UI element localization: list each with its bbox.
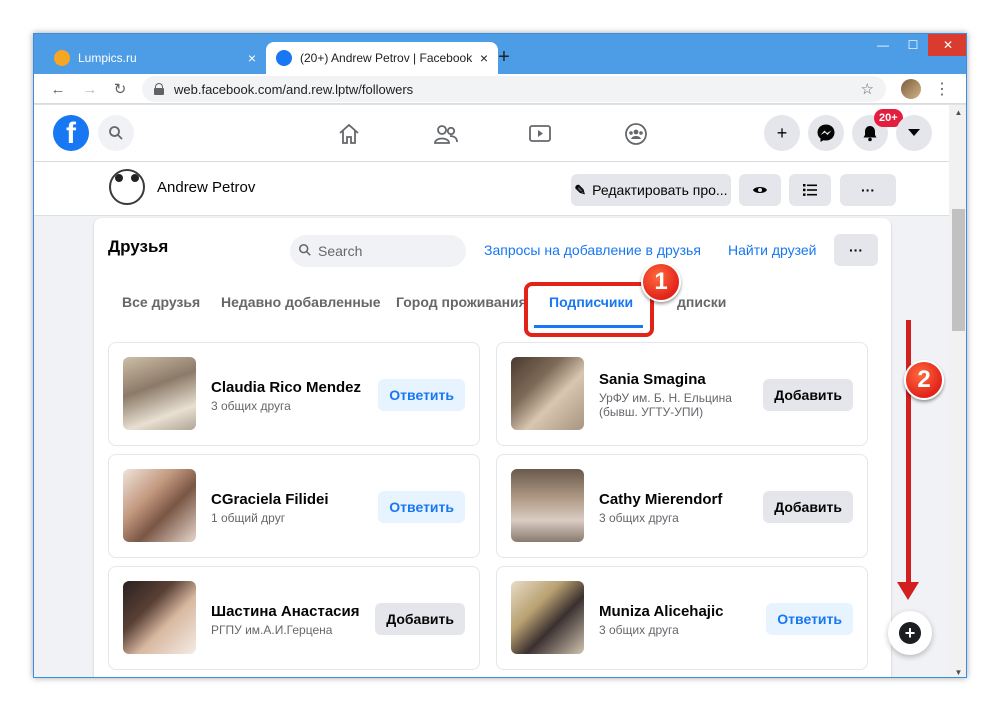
reload-icon[interactable]: ↻: [108, 77, 132, 101]
friend-subtitle: 3 общих друга: [599, 511, 679, 525]
edit-profile-button[interactable]: ✎ Редактировать про...: [571, 174, 731, 206]
profile-more-icon[interactable]: ···: [840, 174, 896, 206]
facebook-favicon-icon: [276, 50, 292, 66]
list-item: Muniza Alicehajic 3 общих друга Ответить: [496, 566, 868, 670]
create-plus-icon[interactable]: +: [764, 115, 800, 151]
friend-subtitle: 3 общих друга: [211, 399, 291, 413]
list-item: Cathy Mierendorf 3 общих друга Добавить: [496, 454, 868, 558]
avatar[interactable]: [511, 581, 584, 654]
plus-icon: +: [899, 622, 921, 644]
list-item: Claudia Rico Mendez 3 общих друга Ответи…: [108, 342, 480, 446]
view-as-eye-icon[interactable]: [739, 174, 781, 206]
highlight-box: [524, 282, 654, 337]
pencil-icon: ✎: [574, 181, 587, 198]
tab-all-friends[interactable]: Все друзья: [122, 294, 200, 310]
friend-subtitle: УрФУ им. Б. Н. Ельцина (бывш. УГТУ-УПИ): [599, 391, 732, 419]
step-marker-1: 1: [641, 262, 681, 302]
activity-log-list-icon[interactable]: [789, 174, 831, 206]
edit-profile-label: Редактировать про...: [592, 182, 728, 198]
profile-name[interactable]: Andrew Petrov: [157, 179, 255, 196]
search-icon[interactable]: [98, 115, 134, 151]
friend-name[interactable]: CGraciela Filidei: [211, 491, 329, 508]
tab-title: (20+) Andrew Petrov | Facebook: [300, 51, 473, 65]
scroll-arrow-annotation: [906, 320, 911, 590]
friends-card: Друзья Search Запросы на добавление в др…: [94, 218, 891, 677]
friend-subtitle: РГПУ им.А.И.Герцена: [211, 623, 333, 637]
reply-button[interactable]: Ответить: [378, 379, 465, 411]
reply-button[interactable]: Ответить: [378, 491, 465, 523]
add-friend-button[interactable]: Добавить: [375, 603, 465, 635]
profile-avatar-icon[interactable]: [901, 79, 921, 99]
account-menu-chevron-icon[interactable]: [896, 115, 932, 151]
find-friends-link[interactable]: Найти друзей: [728, 242, 817, 258]
maximize-button[interactable]: ☐: [898, 34, 928, 56]
browser-menu-icon[interactable]: ⋮: [932, 77, 952, 101]
avatar[interactable]: [511, 357, 584, 430]
facebook-top-nav: f + 20+: [34, 105, 949, 161]
reply-button[interactable]: Ответить: [766, 603, 853, 635]
back-icon[interactable]: ←: [46, 77, 70, 101]
minimize-button[interactable]: —: [868, 34, 898, 56]
friend-subtitle: 1 общий друг: [211, 511, 286, 525]
scrollbar-thumb[interactable]: [952, 209, 965, 331]
step-marker-2: 2: [904, 360, 944, 400]
tab-title: Lumpics.ru: [78, 51, 137, 65]
new-tab-button[interactable]: +: [491, 44, 517, 70]
list-item: Шастина Анастасия РГПУ им.А.И.Герцена До…: [108, 566, 480, 670]
friend-name[interactable]: Sania Smagina: [599, 371, 706, 388]
avatar[interactable]: [123, 469, 196, 542]
friends-title: Друзья: [108, 237, 169, 256]
friend-name[interactable]: Шастина Анастасия: [211, 603, 359, 620]
forward-icon[interactable]: →: [78, 77, 102, 101]
watch-icon[interactable]: [525, 119, 555, 149]
page-scrollbar[interactable]: ▲ ▼: [949, 105, 966, 677]
friend-name[interactable]: Cathy Mierendorf: [599, 491, 722, 508]
home-icon[interactable]: [334, 119, 364, 149]
new-message-button[interactable]: +: [888, 611, 932, 655]
tab-hometown[interactable]: Город проживания: [396, 294, 527, 310]
add-friend-button[interactable]: Добавить: [763, 491, 853, 523]
facebook-logo-icon[interactable]: f: [53, 115, 89, 151]
address-bar[interactable]: web.facebook.com/and.rew.lptw/followers …: [142, 76, 886, 102]
friend-name[interactable]: Claudia Rico Mendez: [211, 379, 361, 396]
avatar[interactable]: [109, 169, 145, 205]
friends-icon[interactable]: [431, 119, 461, 149]
browser-window: Lumpics.ru × (20+) Andrew Petrov | Faceb…: [33, 33, 967, 678]
scroll-up-icon[interactable]: ▲: [949, 105, 966, 119]
list-item: Sania Smagina УрФУ им. Б. Н. Ельцина (бы…: [496, 342, 868, 446]
title-bar: Lumpics.ru × (20+) Andrew Petrov | Faceb…: [34, 34, 966, 74]
avatar[interactable]: [511, 469, 584, 542]
tab-facebook[interactable]: (20+) Andrew Petrov | Facebook ×: [266, 42, 498, 74]
avatar[interactable]: [123, 581, 196, 654]
lock-icon: [154, 83, 164, 95]
groups-icon[interactable]: [621, 119, 651, 149]
scroll-down-icon[interactable]: ▼: [949, 665, 966, 677]
add-friend-button[interactable]: Добавить: [763, 379, 853, 411]
tab-close-icon[interactable]: ×: [248, 50, 256, 66]
messenger-icon[interactable]: [808, 115, 844, 151]
browser-toolbar: ← → ↻ web.facebook.com/and.rew.lptw/foll…: [34, 74, 966, 104]
bookmark-star-icon[interactable]: ☆: [861, 80, 874, 98]
friends-search-input[interactable]: Search: [290, 235, 466, 267]
url-text: web.facebook.com/and.rew.lptw/followers: [174, 81, 414, 97]
lumpics-favicon-icon: [54, 50, 70, 66]
window-close-button[interactable]: ✕: [928, 34, 966, 56]
arrow-head-icon: [897, 582, 919, 600]
search-icon: [298, 243, 312, 260]
friend-requests-link[interactable]: Запросы на добавление в друзья: [484, 242, 701, 258]
tab-recently-added[interactable]: Недавно добавленные: [221, 294, 381, 310]
avatar[interactable]: [123, 357, 196, 430]
profile-header-bar: Andrew Petrov ✎ Редактировать про... ···: [34, 162, 949, 216]
tab-close-icon[interactable]: ×: [480, 50, 488, 66]
tab-following[interactable]: дписки: [677, 294, 726, 310]
list-item: CGraciela Filidei 1 общий друг Ответить: [108, 454, 480, 558]
friends-more-icon[interactable]: ···: [834, 234, 878, 266]
friend-name[interactable]: Muniza Alicehajic: [599, 603, 723, 620]
tab-lumpics[interactable]: Lumpics.ru ×: [44, 42, 266, 74]
friend-subtitle: 3 общих друга: [599, 623, 679, 637]
facebook-page: f + 20+ Andrew Petrov ✎ Редактировать пр…: [34, 105, 949, 677]
search-placeholder: Search: [318, 243, 363, 259]
